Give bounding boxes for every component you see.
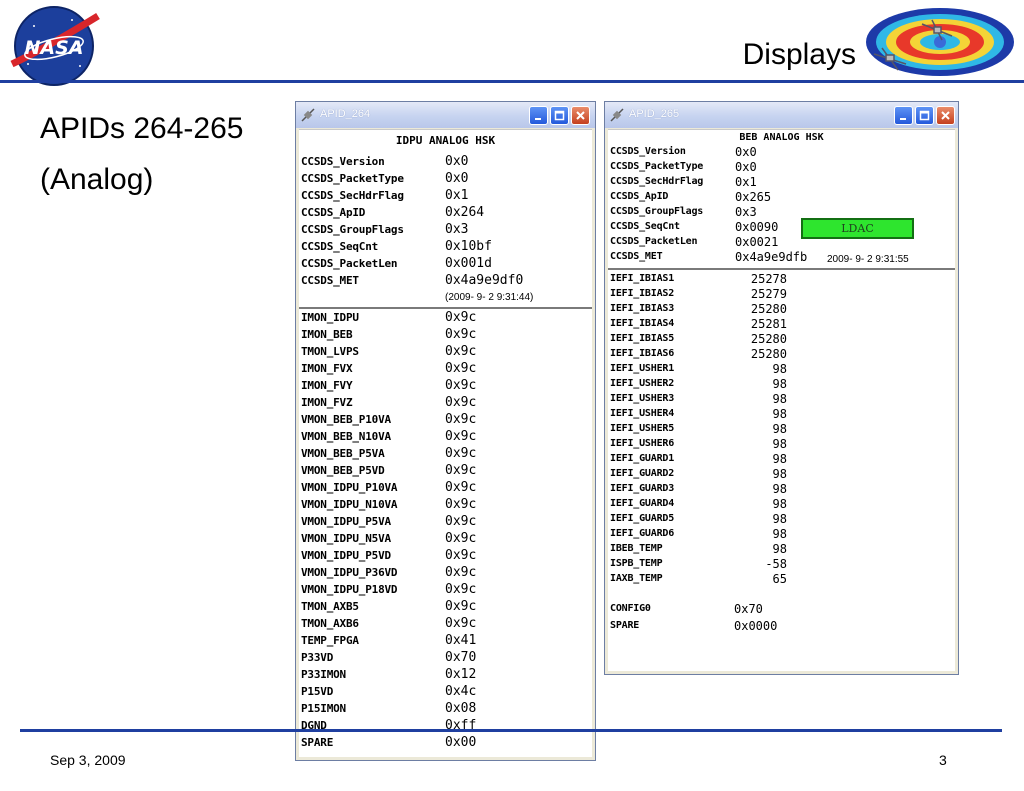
panel-title: BEB ANALOG HSK (739, 132, 824, 143)
data-row: VMON_IDPU_P10VA 0x9c (301, 480, 477, 495)
radiation-belt-graphic (866, 8, 1014, 76)
header-row: CCSDS_ApID 0x264 (301, 205, 485, 220)
title-bar[interactable]: APID_265 (605, 102, 958, 128)
data-row: VMON_BEB_N10VA 0x9c (301, 429, 477, 444)
ldac-status-button[interactable]: LDAC (801, 218, 914, 239)
title-bar[interactable]: APID_264 (296, 102, 595, 128)
data-row: TEMP_FPGA 0x41 (301, 633, 477, 648)
minimize-button[interactable] (894, 106, 913, 125)
window-title: APID_265 (629, 108, 680, 120)
data-row: IMON_FVZ 0x9c (301, 395, 477, 410)
header-row: CCSDS_SeqCnt 0x10bf (301, 239, 492, 254)
data-row: TMON_AXB6 0x9c (301, 616, 477, 631)
maximize-button[interactable] (915, 106, 934, 125)
minimize-button[interactable] (529, 106, 548, 125)
minimize-icon (900, 118, 906, 120)
data-row: P15VD 0x4c (301, 684, 477, 699)
data-row: VMON_IDPU_N5VA 0x9c (301, 531, 477, 546)
config-row: CONFIG0 0x70 (610, 602, 763, 616)
close-button[interactable] (571, 106, 590, 125)
data-row: IMON_FVX 0x9c (301, 361, 477, 376)
data-row: SPARE 0x00 (301, 735, 477, 750)
header-row: CCSDS_PacketLen 0x001d (301, 256, 492, 271)
data-row: VMON_BEB_P10VA 0x9c (301, 412, 477, 427)
separator (299, 307, 592, 309)
apid-264-window[interactable]: APID_264 IDPU ANALOG HSK CCSDS_Version 0x… (295, 101, 596, 761)
svg-text:NASA: NASA (25, 37, 84, 59)
minimize-icon (535, 118, 541, 120)
data-row: TMON_LVPS 0x9c (301, 344, 477, 359)
footer-date: Sep 3, 2009 (50, 752, 126, 768)
window-title: APID_264 (320, 108, 371, 120)
data-row: IMON_IDPU 0x9c (301, 310, 477, 325)
header-row: CCSDS_GroupFlags 0x3 (301, 222, 469, 237)
maximize-icon (919, 110, 930, 121)
data-row: IMON_FVY 0x9c (301, 378, 477, 393)
data-row: VMON_BEB_P5VD 0x9c (301, 463, 477, 478)
slide-title: Displays (742, 38, 856, 71)
maximize-icon (554, 110, 565, 121)
close-button[interactable] (936, 106, 955, 125)
close-icon (941, 111, 950, 120)
data-row: P33VD 0x70 (301, 650, 477, 665)
panel-title: IDPU ANALOG HSK (395, 134, 496, 147)
data-row: VMON_IDPU_P5VA 0x9c (301, 514, 477, 529)
header-row: CCSDS_MET 0x4a9e9df0 (301, 273, 524, 288)
section-title: APIDs 264-265 (40, 112, 244, 145)
data-row: IMON_BEB 0x9c (301, 327, 477, 342)
data-row: VMON_IDPU_P36VD 0x9c (301, 565, 477, 580)
data-row: VMON_IDPU_P18VD 0x9c (301, 582, 477, 597)
apid-264-panel: IDPU ANALOG HSK CCSDS_Version 0x0 CCSDS_P… (299, 129, 592, 757)
satellite-icon (301, 108, 315, 122)
config-row: SPARE 0x0000 (610, 619, 778, 633)
data-row: VMON_IDPU_N10VA 0x9c (301, 497, 477, 512)
section-subtitle: (Analog) (40, 163, 154, 196)
header-row: CCSDS_PacketType 0x0 (301, 171, 469, 186)
data-row: IAXB_TEMP 65 (610, 572, 787, 586)
data-row: DGND 0xff (301, 718, 477, 733)
nasa-logo: NASA (10, 6, 100, 86)
header-rule (0, 80, 1024, 83)
separator (608, 268, 955, 270)
apid-265-panel: BEB ANALOG HSK CCSDS_Version 0x0 CCSDS_Pa… (608, 129, 955, 671)
close-icon (576, 111, 585, 120)
data-row: VMON_BEB_P5VA 0x9c (301, 446, 477, 461)
data-row: VMON_IDPU_P5VD 0x9c (301, 548, 477, 563)
header-row: CCSDS_Version 0x0 (301, 154, 469, 169)
met-timestamp: (2009- 9- 2 9:31:44) (445, 292, 534, 303)
maximize-button[interactable] (550, 106, 569, 125)
apid-265-window[interactable]: APID_265 BEB ANALOG HSK CCSDS_Version 0x0… (604, 101, 959, 675)
data-row: TMON_AXB5 0x9c (301, 599, 477, 614)
satellite-icon (610, 108, 624, 122)
page-number: 3 (939, 752, 947, 768)
header-row: CCSDS_SecHdrFlag 0x1 (301, 188, 469, 203)
data-row: P15IMON 0x08 (301, 701, 477, 716)
footer-rule (20, 729, 1002, 732)
met-timestamp: 2009- 9- 2 9:31:55 (827, 254, 909, 265)
data-row: P33IMON 0x12 (301, 667, 477, 682)
